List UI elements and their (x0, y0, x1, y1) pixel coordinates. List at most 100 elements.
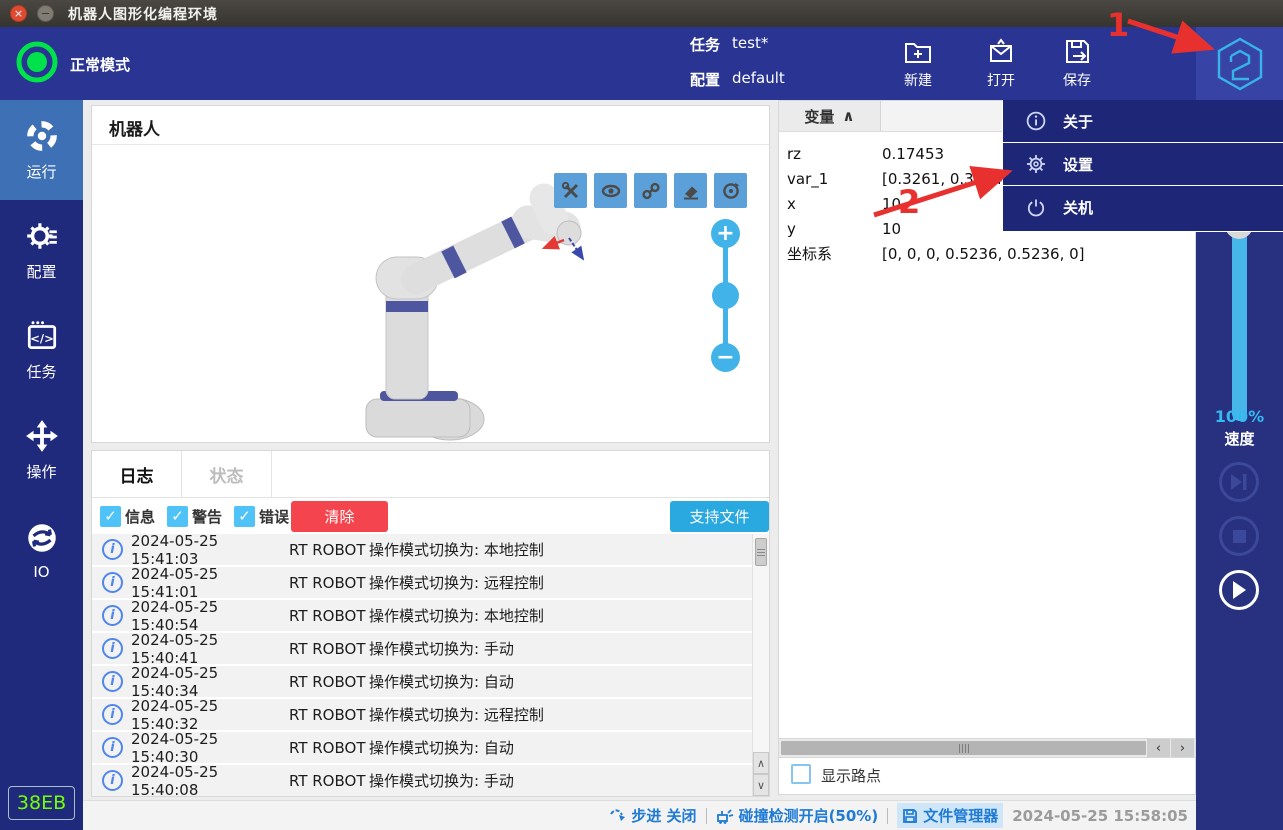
open-button[interactable]: 打开 (973, 30, 1029, 96)
tab-status[interactable]: 状态 (182, 451, 272, 498)
sidebar-item-config[interactable]: 配置 (0, 200, 83, 300)
scroll-up-icon[interactable]: ∧ (753, 752, 769, 774)
new-button-label: 新建 (904, 70, 932, 90)
clear-log-button[interactable]: 清除 (291, 501, 388, 532)
variables-hscrollbar[interactable]: ‹ › (779, 738, 1195, 758)
sidebar-item-io[interactable]: IO (0, 500, 83, 600)
menu-item-about[interactable]: 关于 (1003, 100, 1283, 143)
log-row[interactable]: i 2024-05-25 15:40:54 RT ROBOT 操作模式切换为: … (92, 600, 752, 633)
info-log-icon: i (102, 605, 123, 626)
zoom-slider-handle[interactable] (712, 282, 739, 309)
minimize-icon[interactable]: − (37, 5, 54, 22)
menu-item-label: 设置 (1063, 154, 1093, 175)
new-button[interactable]: 新建 (890, 30, 946, 96)
stop-button[interactable] (1219, 516, 1259, 556)
log-list: i 2024-05-25 15:41:03 RT ROBOT 操作模式切换为: … (92, 534, 752, 797)
variables-tab[interactable]: 变量 ∧ (779, 101, 881, 131)
scroll-right-icon[interactable]: › (1171, 739, 1194, 757)
info-log-icon: i (102, 737, 123, 758)
save-button-label: 保存 (1063, 70, 1091, 90)
log-row[interactable]: i 2024-05-25 15:40:41 RT ROBOT 操作模式切换为: … (92, 633, 752, 666)
tab-log[interactable]: 日志 (92, 451, 182, 498)
step-mode-label: 步进 关闭 (631, 805, 696, 826)
config-field: 配置 default (690, 69, 785, 90)
log-row[interactable]: i 2024-05-25 15:41:03 RT ROBOT 操作模式切换为: … (92, 534, 752, 567)
sidebar-item-label: IO (33, 563, 49, 581)
rotate-view-button[interactable] (714, 173, 747, 208)
variable-name: 坐标系 (787, 243, 882, 264)
app-dropdown-menu: 关于 设置 关机 (1002, 100, 1283, 232)
app-menu-button[interactable] (1196, 27, 1283, 100)
divider (706, 808, 707, 824)
variable-row[interactable]: 坐标系 [0, 0, 0, 0.5236, 0.5236, 0] (779, 241, 1195, 266)
zoom-in-button[interactable]: + (711, 219, 740, 248)
variable-value: [0, 0, 0, 0.5236, 0.5236, 0] (882, 245, 1085, 263)
robot-panel-title: 机器人 (109, 115, 160, 140)
check-icon: ✓ (171, 507, 184, 525)
variables-tab-label: 变量 (804, 106, 834, 127)
support-files-button[interactable]: 支持文件 (670, 501, 769, 532)
log-message: 操作模式切换为: 手动 (369, 770, 752, 791)
sidebar-item-run[interactable]: 运行 (0, 100, 83, 200)
log-tabs: 日志 状态 (92, 451, 769, 498)
scroll-left-icon[interactable]: ‹ (1147, 739, 1170, 757)
open-button-label: 打开 (987, 70, 1015, 90)
variable-name: var_1 (787, 170, 882, 188)
menu-item-settings[interactable]: 设置 (1003, 143, 1283, 186)
statusbar-timestamp: 2024-05-25 15:58:05 (1012, 807, 1188, 825)
play-button[interactable] (1219, 570, 1259, 610)
menu-item-shutdown[interactable]: 关机 (1003, 186, 1283, 229)
log-time: 2024-05-25 15:41:01 (131, 565, 289, 601)
task-icon: </> (24, 318, 60, 354)
log-source: RT ROBOT (289, 772, 369, 790)
eraser-button[interactable] (674, 173, 707, 208)
visibility-button[interactable] (594, 173, 627, 208)
save-button[interactable]: 保存 (1049, 30, 1105, 96)
tools-button[interactable] (554, 173, 587, 208)
collision-detection-status[interactable]: 碰撞检测开启(50%) (716, 805, 879, 826)
svg-text:</>: </> (30, 331, 54, 345)
sidebar-item-task[interactable]: </> 任务 (0, 300, 83, 400)
sidebar-item-label: 配置 (26, 261, 56, 282)
speed-slider-track[interactable] (1232, 215, 1247, 421)
check-icon: ✓ (238, 507, 251, 525)
mode-status-icon (14, 39, 60, 85)
log-source: RT ROBOT (289, 739, 369, 757)
eraser-icon (681, 181, 701, 201)
log-row[interactable]: i 2024-05-25 15:41:01 RT ROBOT 操作模式切换为: … (92, 567, 752, 600)
menu-item-label: 关于 (1063, 111, 1093, 132)
eye-icon (601, 181, 621, 201)
log-scrollbar-thumb[interactable] (755, 538, 767, 566)
minus-glyph: − (716, 347, 734, 369)
path-nodes-button[interactable] (634, 173, 667, 208)
info-filter-label: 信息 (125, 506, 155, 527)
show-waypoints-checkbox[interactable] (791, 764, 811, 784)
variable-name: y (787, 220, 882, 238)
log-message: 操作模式切换为: 手动 (369, 638, 752, 659)
info-icon (1025, 111, 1047, 131)
error-filter-checkbox[interactable]: ✓ (234, 506, 255, 527)
log-row[interactable]: i 2024-05-25 15:40:30 RT ROBOT 操作模式切换为: … (92, 732, 752, 765)
zoom-out-button[interactable]: − (711, 343, 740, 372)
variable-name: x (787, 195, 882, 213)
info-filter-checkbox[interactable]: ✓ (100, 506, 121, 527)
sidebar: 运行 配置 </> 任务 操作 (0, 100, 83, 830)
log-message: 操作模式切换为: 本地控制 (369, 539, 752, 560)
log-row[interactable]: i 2024-05-25 15:40:34 RT ROBOT 操作模式切换为: … (92, 666, 752, 699)
step-mode-icon (609, 808, 626, 823)
info-log-icon: i (102, 671, 123, 692)
log-row[interactable]: i 2024-05-25 15:40:32 RT ROBOT 操作模式切换为: … (92, 699, 752, 732)
stop-icon (1233, 530, 1246, 543)
log-row[interactable]: i 2024-05-25 15:40:08 RT ROBOT 操作模式切换为: … (92, 765, 752, 797)
warning-filter-checkbox[interactable]: ✓ (167, 506, 188, 527)
sidebar-item-operate[interactable]: 操作 (0, 400, 83, 500)
step-button[interactable] (1219, 462, 1259, 502)
robot-view-toolbar (554, 173, 747, 208)
app-logo-icon (1214, 36, 1266, 92)
log-scrollbar[interactable]: ∧ ∨ (752, 534, 769, 797)
scroll-down-icon[interactable]: ∨ (753, 774, 769, 796)
file-manager-button[interactable]: 文件管理器 (897, 803, 1003, 828)
close-icon[interactable]: × (10, 5, 27, 22)
variables-hscrollbar-thumb[interactable] (781, 741, 1146, 755)
step-mode-status[interactable]: 步进 关闭 (609, 805, 696, 826)
